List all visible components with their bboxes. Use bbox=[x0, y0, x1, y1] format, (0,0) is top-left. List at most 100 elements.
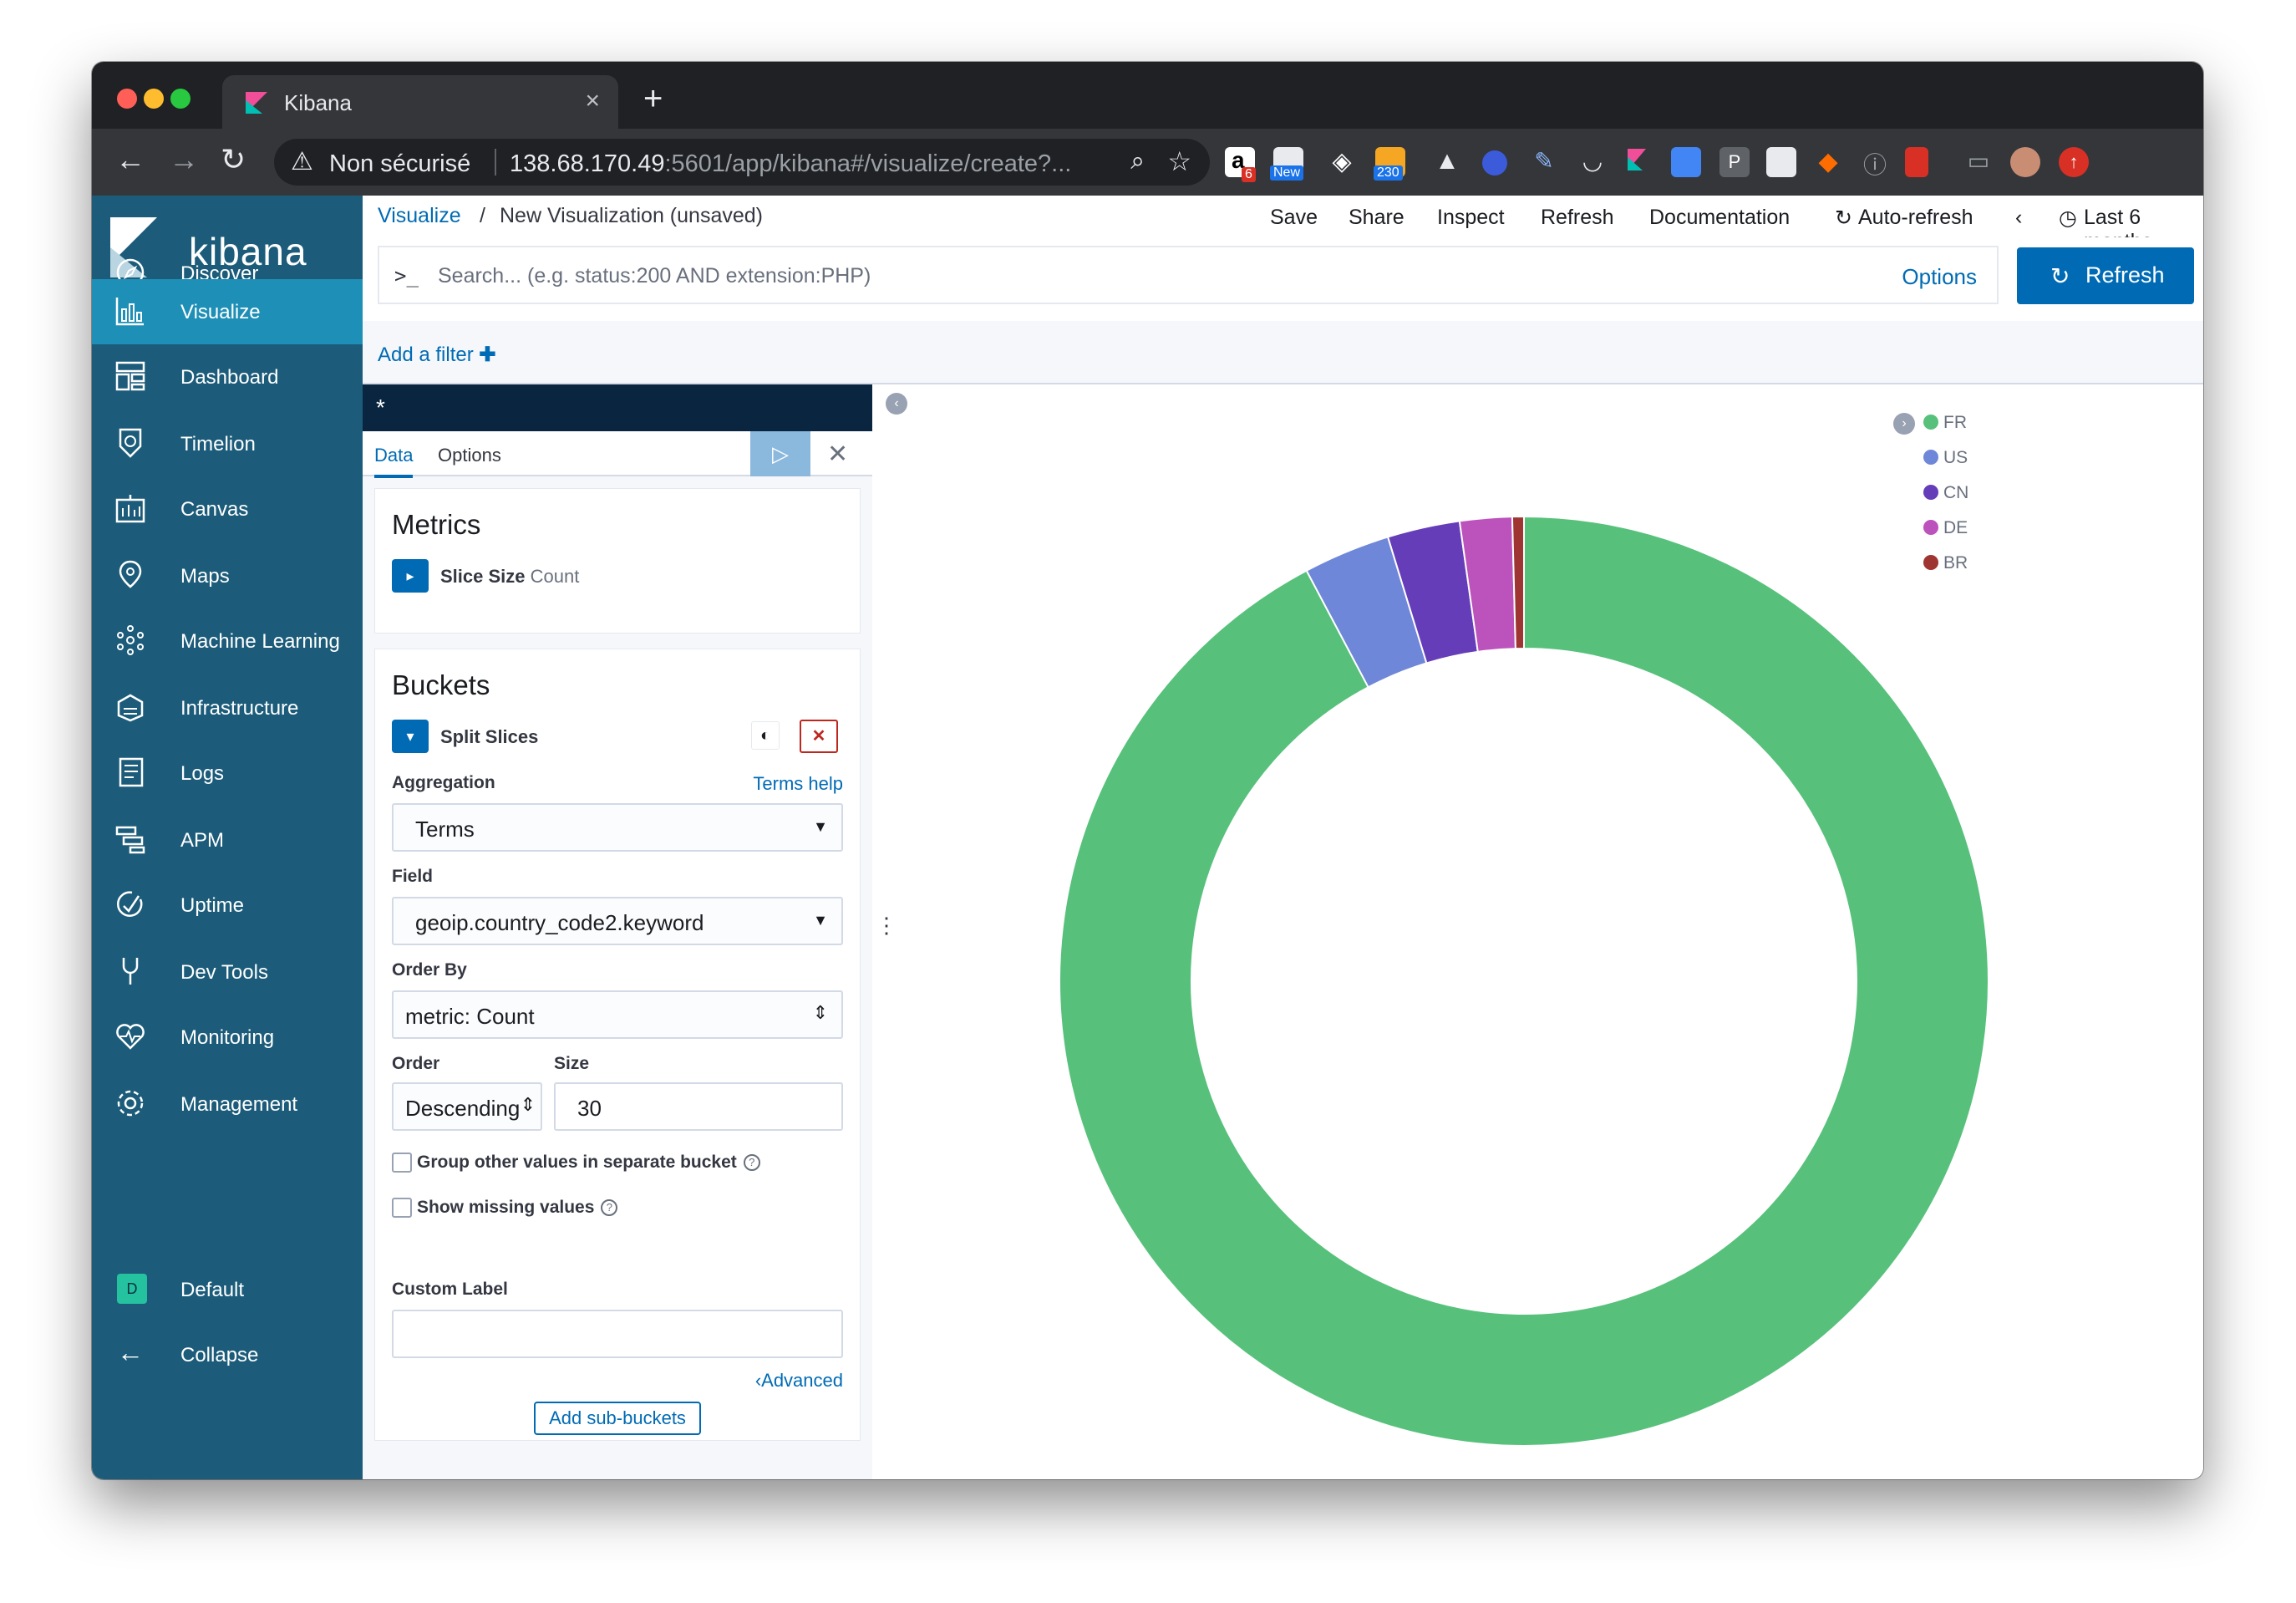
insecure-label: Non sécurisé bbox=[329, 150, 471, 177]
remove-agg-icon[interactable]: ✕ bbox=[800, 720, 838, 753]
legend-item-fr[interactable]: FR bbox=[1923, 413, 1967, 433]
space-selector[interactable]: D Default bbox=[92, 1257, 363, 1322]
apply-changes-button[interactable]: ▷ bbox=[750, 431, 810, 476]
bookmark-star-icon[interactable]: ☆ bbox=[1167, 145, 1191, 177]
metric-agg-label[interactable]: Slice Size Count bbox=[440, 566, 579, 588]
sidebar-item-infrastructure[interactable]: Infrastructure bbox=[92, 675, 363, 740]
custom-label-input[interactable] bbox=[392, 1310, 843, 1358]
update-icon[interactable]: ↑ bbox=[2059, 147, 2089, 177]
git-extension-icon[interactable]: ◆ bbox=[1813, 147, 1843, 177]
field-select[interactable]: geoip.country_code2.keyword ▼ bbox=[392, 897, 843, 945]
cast-icon[interactable]: ▭ bbox=[1963, 147, 1994, 177]
sidebar-item-maps[interactable]: Maps bbox=[92, 543, 363, 608]
diamond-extension-icon[interactable]: ◈ bbox=[1327, 147, 1357, 177]
chart-extension-icon[interactable] bbox=[1766, 147, 1796, 177]
collapse-button[interactable]: ← Collapse bbox=[92, 1322, 363, 1387]
kibana-extension-icon[interactable] bbox=[1624, 147, 1654, 177]
legend-item-cn[interactable]: CN bbox=[1923, 483, 1968, 503]
sidebar-item-visualize[interactable]: Visualize bbox=[92, 279, 363, 344]
translate-extension-icon[interactable] bbox=[1671, 147, 1701, 177]
address-bar[interactable]: ⚠ Non sécurisé 138.68.170.49:5601/app/ki… bbox=[274, 139, 1210, 186]
sidebar-item-machine-learning[interactable]: Machine Learning bbox=[92, 608, 363, 674]
legend-item-de[interactable]: DE bbox=[1923, 518, 1968, 538]
tab-close-icon[interactable]: × bbox=[585, 87, 600, 115]
documentation-button[interactable]: Documentation bbox=[1649, 206, 1790, 230]
sidebar-item-label: Canvas bbox=[180, 498, 249, 521]
avatar[interactable] bbox=[2010, 147, 2040, 177]
close-window-button[interactable] bbox=[117, 89, 137, 109]
order-select[interactable]: Descending ⇕ bbox=[392, 1082, 542, 1131]
auto-refresh-icon[interactable]: ↻ bbox=[1835, 206, 1852, 231]
maximize-window-button[interactable] bbox=[170, 89, 190, 109]
amazon-extension-icon[interactable]: a 6 bbox=[1225, 147, 1256, 182]
zoom-icon[interactable]: ⌕ bbox=[1130, 147, 1145, 176]
sidebar-item-timelion[interactable]: Timelion bbox=[92, 411, 363, 476]
checkbox[interactable] bbox=[392, 1153, 412, 1173]
pie-slice-fr[interactable] bbox=[1059, 515, 1989, 1447]
url-text[interactable]: 138.68.170.49:5601/app/kibana#/visualize… bbox=[510, 150, 1071, 178]
p-extension-icon[interactable]: P bbox=[1719, 147, 1750, 177]
new-tab-button[interactable]: + bbox=[643, 80, 663, 118]
drive-extension-icon[interactable]: ▲ bbox=[1432, 147, 1462, 177]
filter-bar: Add a filter ✚ bbox=[363, 321, 2203, 384]
sidebar-item-monitoring[interactable]: Monitoring bbox=[92, 1005, 363, 1070]
order-by-select[interactable]: metric: Count ⇕ bbox=[392, 990, 843, 1039]
show-missing-checkbox[interactable]: Show missing values? bbox=[392, 1198, 618, 1219]
sidebar-item-label: Management bbox=[180, 1093, 298, 1116]
minimize-window-button[interactable] bbox=[144, 89, 164, 109]
sidebar-item-dev-tools[interactable]: Dev Tools bbox=[92, 939, 363, 1005]
legend-toggle-icon[interactable]: › bbox=[1893, 413, 1915, 435]
pdf-extension-icon[interactable] bbox=[1905, 147, 1928, 177]
save-button[interactable]: Save bbox=[1270, 206, 1318, 230]
ws-extension-icon[interactable] bbox=[1482, 150, 1507, 176]
refresh-button[interactable]: ↻ Refresh bbox=[2017, 247, 2194, 304]
sidebar-item-management[interactable]: Management bbox=[92, 1071, 363, 1137]
browser-tab[interactable]: Kibana × bbox=[222, 75, 618, 129]
bucket-collapse-toggle[interactable]: ▾ bbox=[392, 720, 429, 753]
help-icon[interactable]: ? bbox=[743, 1154, 760, 1172]
rss-extension-icon[interactable]: 230 bbox=[1374, 147, 1405, 181]
index-pattern-bar: * bbox=[363, 384, 872, 431]
pen-extension-icon[interactable]: ✎ bbox=[1529, 147, 1559, 177]
pocket-extension-icon[interactable]: ◡ bbox=[1577, 147, 1608, 177]
aggregation-select[interactable]: Terms ▼ bbox=[392, 803, 843, 852]
query-options-button[interactable]: Options bbox=[1902, 264, 1977, 290]
back-arrow-icon[interactable]: ← bbox=[115, 142, 145, 177]
breadcrumb-visualize[interactable]: Visualize bbox=[378, 204, 461, 228]
help-icon[interactable]: ? bbox=[601, 1199, 618, 1217]
discard-close-icon[interactable]: ✕ bbox=[827, 440, 848, 469]
time-prev-icon[interactable]: ‹ bbox=[2015, 206, 2022, 230]
tab-options[interactable]: Options bbox=[438, 445, 501, 466]
search-input[interactable]: >_ Search... (e.g. status:200 AND extens… bbox=[378, 246, 1999, 304]
size-input[interactable]: 30 bbox=[554, 1082, 843, 1131]
forward-arrow-icon[interactable]: → bbox=[169, 142, 199, 177]
field-value: geoip.country_code2.keyword bbox=[415, 910, 704, 935]
news-extension-icon[interactable]: New bbox=[1270, 147, 1304, 181]
sidebar-item-apm[interactable]: APM bbox=[92, 807, 363, 873]
inspect-button[interactable]: Inspect bbox=[1437, 206, 1505, 230]
share-button[interactable]: Share bbox=[1349, 206, 1405, 230]
sidebar-item-uptime[interactable]: Uptime bbox=[92, 873, 363, 938]
refresh-menu-button[interactable]: Refresh bbox=[1541, 206, 1614, 230]
add-sub-buckets-button[interactable]: Add sub-buckets bbox=[534, 1402, 701, 1435]
group-other-checkbox[interactable]: Group other values in separate bucket? bbox=[392, 1153, 760, 1173]
checkbox[interactable] bbox=[392, 1198, 412, 1219]
tab-data[interactable]: Data bbox=[374, 445, 414, 478]
legend-label: BR bbox=[1943, 553, 1968, 572]
sidebar-item-dashboard[interactable]: Dashboard bbox=[92, 344, 363, 410]
metric-expand-toggle[interactable]: ▸ bbox=[392, 559, 429, 593]
sidebar-item-logs[interactable]: Logs bbox=[92, 740, 363, 806]
legend-item-br[interactable]: BR bbox=[1923, 553, 1968, 573]
legend-item-us[interactable]: US bbox=[1923, 448, 1968, 468]
top-nav: Visualize / New Visualization (unsaved) … bbox=[363, 196, 2203, 253]
reload-icon[interactable]: ↻ bbox=[221, 142, 246, 177]
info-extension-icon[interactable]: ⓘ bbox=[1860, 147, 1890, 178]
add-filter-button[interactable]: Add a filter ✚ bbox=[378, 343, 496, 367]
sidebar-item-canvas[interactable]: Canvas bbox=[92, 476, 363, 542]
auto-refresh-button[interactable]: Auto-refresh bbox=[1858, 206, 1973, 230]
bucket-agg-label[interactable]: Split Slices bbox=[440, 726, 538, 748]
query-prompt-icon: >_ bbox=[394, 264, 419, 288]
advanced-toggle[interactable]: ‹Advanced bbox=[755, 1370, 843, 1392]
terms-help-link[interactable]: Terms help bbox=[753, 773, 843, 795]
toggle-agg-icon[interactable]: ◐ bbox=[751, 721, 780, 750]
